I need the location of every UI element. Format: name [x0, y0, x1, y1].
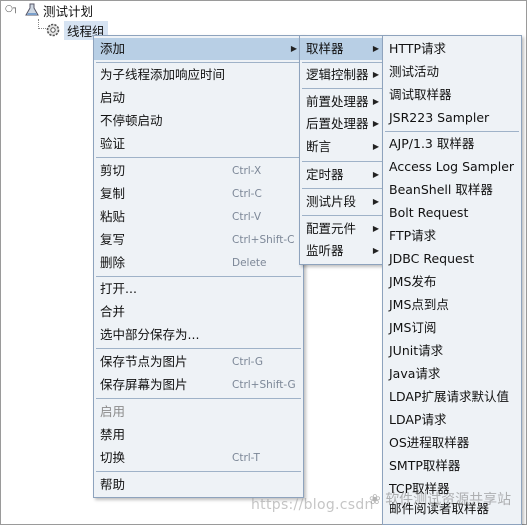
menu-item-cut[interactable]: 剪切 Ctrl-X — [94, 160, 303, 182]
menu-item-ldap-request[interactable]: LDAP请求 — [383, 409, 521, 431]
menu-separator — [302, 188, 383, 189]
menu-item-config-element[interactable]: 配置元件 ▶ — [300, 218, 385, 240]
menu-separator — [302, 88, 383, 89]
add-submenu: 取样器 ▶ 逻辑控制器 ▶ 前置处理器 ▶ 后置处理器 ▶ 断言 ▶ 定时器 ▶ 测试片段 ▶… — [299, 35, 386, 265]
menu-item-jms-point-to-point[interactable]: JMS点到点 — [383, 294, 521, 316]
menu-item-add[interactable]: 添加 ▶ — [94, 38, 303, 60]
tree-node-test-plan[interactable]: 测试计划 — [25, 1, 93, 19]
menu-item-http-request[interactable]: HTTP请求 — [383, 38, 521, 60]
menu-item-jms-publisher[interactable]: JMS发布 — [383, 271, 521, 293]
menu-item-save-selection-as[interactable]: 选中部分保存为... — [94, 324, 303, 346]
menu-separator — [96, 471, 301, 472]
menu-item-os-process-sampler[interactable]: OS进程取样器 — [383, 432, 521, 454]
thread-group-gear-icon — [46, 23, 60, 37]
menu-separator — [96, 348, 301, 349]
sampler-submenu: HTTP请求 测试活动 调试取样器 JSR223 Sampler AJP/1.3… — [382, 35, 522, 525]
menu-item-test-action[interactable]: 测试活动 — [383, 61, 521, 83]
menu-separator — [385, 131, 519, 132]
menu-item-jdbc-request[interactable]: JDBC Request — [383, 248, 521, 270]
menu-item-delete[interactable]: 删除 Delete — [94, 252, 303, 274]
submenu-arrow-icon: ▶ — [372, 97, 379, 106]
menu-separator — [302, 215, 383, 216]
menu-item-ldap-extended-request[interactable]: LDAP扩展请求默认值 — [383, 386, 521, 408]
menu-separator — [96, 276, 301, 277]
wechat-icon: ❀ — [369, 492, 381, 508]
menu-item-post-processor[interactable]: 后置处理器 ▶ — [300, 113, 385, 135]
menu-item-save-node-image[interactable]: 保存节点为图片 Ctrl-G — [94, 351, 303, 373]
menu-item-enable: 启用 — [100, 404, 126, 419]
menu-separator — [96, 157, 301, 158]
menu-item-smtp-sampler[interactable]: SMTP取样器 — [383, 455, 521, 477]
menu-item-copy[interactable]: 复制 Ctrl-C — [94, 183, 303, 205]
menu-item-debug-sampler[interactable]: 调试取样器 — [383, 84, 521, 106]
submenu-arrow-icon: ▶ — [372, 224, 379, 233]
menu-item-save-screen-image[interactable]: 保存屏幕为图片 Ctrl+Shift-G — [94, 374, 303, 396]
menu-item-merge[interactable]: 合并 — [94, 301, 303, 323]
application-window: ○┐ 测试计划 线程组 添加 ▶ 为子线程添加响应时间 启动 不停顿启动 验证 剪… — [0, 0, 527, 525]
submenu-arrow-icon: ▶ — [372, 119, 379, 128]
submenu-arrow-icon: ▶ — [372, 170, 379, 179]
menu-item-paste[interactable]: 粘贴 Ctrl-V — [94, 206, 303, 228]
menu-item-sampler[interactable]: 取样器 ▶ — [300, 38, 385, 60]
tree-node-label: 测试计划 — [43, 3, 94, 19]
menu-item-beanshell-sampler[interactable]: BeanShell 取样器 — [383, 179, 521, 201]
menu-item-open[interactable]: 打开... — [94, 278, 303, 300]
menu-item-assertion[interactable]: 断言 ▶ — [300, 136, 385, 158]
menu-item-ftp-request[interactable]: FTP请求 — [383, 225, 521, 247]
menu-item-pre-processor[interactable]: 前置处理器 ▶ — [300, 91, 385, 113]
submenu-arrow-icon: ▶ — [372, 197, 379, 206]
menu-separator — [302, 161, 383, 162]
menu-item-start[interactable]: 启动 — [94, 87, 303, 109]
menu-item-ajp-sampler[interactable]: AJP/1.3 取样器 — [383, 133, 521, 155]
menu-item-java-request[interactable]: Java请求 — [383, 363, 521, 385]
menu-item-start-no-pauses[interactable]: 不停顿启动 — [94, 110, 303, 132]
tree-collapse-icon[interactable]: ○┐ — [5, 4, 18, 14]
submenu-arrow-icon: ▶ — [372, 246, 379, 255]
menu-item-junit-request[interactable]: JUnit请求 — [383, 340, 521, 362]
menu-item-test-fragment[interactable]: 测试片段 ▶ — [300, 191, 385, 213]
watermark-url: https://blog.csdn — [251, 497, 374, 513]
submenu-arrow-icon: ▶ — [290, 44, 297, 53]
menu-item-timer[interactable]: 定时器 ▶ — [300, 164, 385, 186]
context-menu: 添加 ▶ 为子线程添加响应时间 启动 不停顿启动 验证 剪切 Ctrl-X 复制 Ct… — [93, 35, 304, 498]
watermark-channel: ❀ 软件测试资源共享站 — [369, 492, 512, 508]
menu-separator — [302, 62, 383, 63]
menu-item-logic-controller[interactable]: 逻辑控制器 ▶ — [300, 64, 385, 86]
menu-item-jms-subscriber[interactable]: JMS订阅 — [383, 317, 521, 339]
menu-item-duplicate[interactable]: 复写 Ctrl+Shift-C — [94, 229, 303, 251]
menu-separator — [96, 398, 301, 399]
submenu-arrow-icon: ▶ — [372, 44, 379, 53]
menu-separator — [96, 62, 301, 63]
menu-item-validate[interactable]: 验证 — [94, 133, 303, 155]
menu-item-toggle[interactable]: 切换 Ctrl-T — [94, 447, 303, 469]
menu-item-listener[interactable]: 监听器 ▶ — [300, 240, 385, 262]
menu-item-bolt-request[interactable]: Bolt Request — [383, 202, 521, 224]
test-plan-flask-icon — [25, 3, 39, 16]
menu-item-access-log-sampler[interactable]: Access Log Sampler — [383, 156, 521, 178]
menu-item-help[interactable]: 帮助 — [94, 474, 303, 496]
menu-item-disable[interactable]: 禁用 — [94, 424, 303, 446]
menu-item-add-response-time[interactable]: 为子线程添加响应时间 — [94, 64, 303, 86]
submenu-arrow-icon: ▶ — [372, 142, 379, 151]
menu-item-jsr223-sampler[interactable]: JSR223 Sampler — [383, 107, 521, 129]
submenu-arrow-icon: ▶ — [372, 70, 379, 79]
